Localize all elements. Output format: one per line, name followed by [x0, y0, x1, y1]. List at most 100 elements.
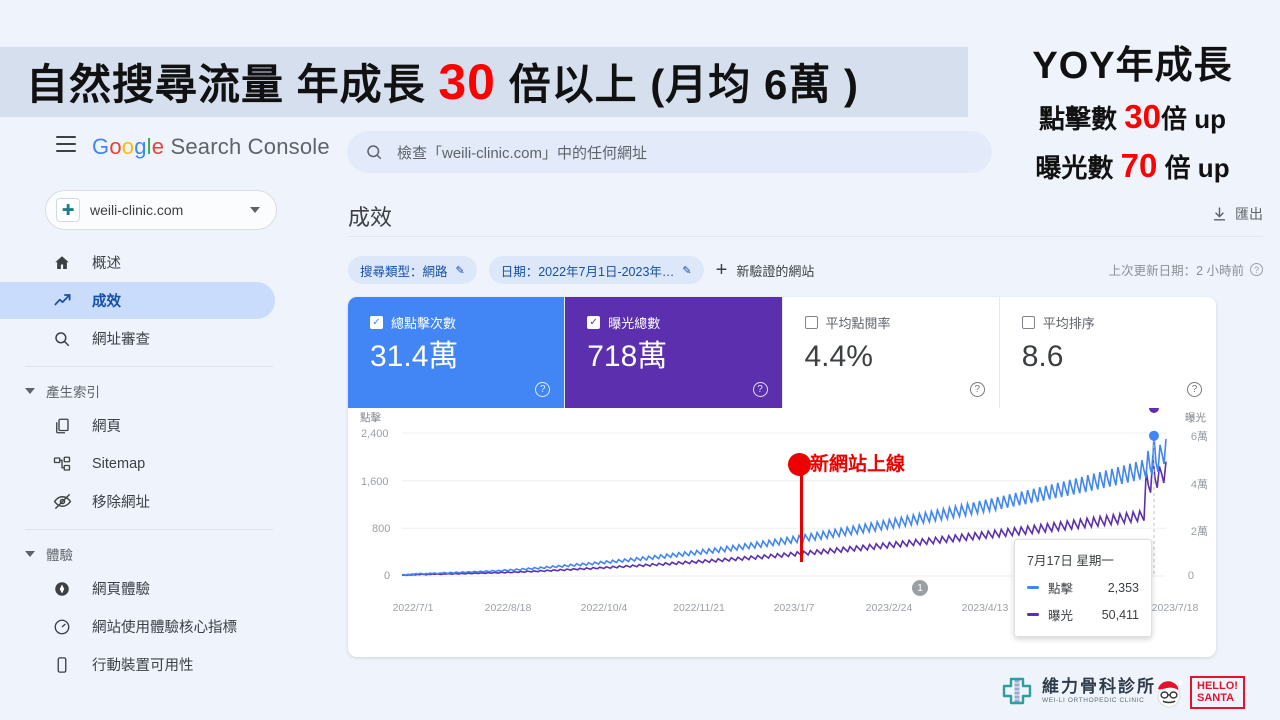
sidebar-group-indexing[interactable]: 產生索引 — [0, 376, 295, 406]
help-icon[interactable]: ? — [1250, 263, 1263, 276]
url-inspection-search-input[interactable]: 檢查「weili-clinic.com」中的任何網址 — [347, 131, 992, 173]
tooltip-metric-value: 50,411 — [1101, 607, 1139, 622]
checkbox-checked-icon[interactable]: ✓ — [587, 316, 601, 329]
sidebar-group-label: 產生索引 — [46, 385, 100, 400]
search-console-app: Google Search Console 檢查「weili-clinic.co… — [0, 118, 1280, 720]
chevron-down-icon — [25, 388, 35, 394]
sidebar-item-label: 網站使用體驗核心指標 — [92, 620, 237, 636]
sidebar: ✚ weili-clinic.com 概述 成效 網址審查 產生索引 網頁 Si… — [0, 184, 295, 720]
pencil-icon: ✎ — [682, 264, 692, 277]
logo-letter-o2: o — [121, 134, 135, 159]
sidebar-group-label: 體驗 — [46, 548, 73, 563]
chip-label: 日期：2022年7月1日-2023年… — [500, 264, 675, 279]
clinic-brand: 維力骨科診所 WEI-LI ORTHOPEDIC CLINIC — [1000, 676, 1156, 706]
new-site-button[interactable]: + 新驗證的網站 — [716, 260, 815, 280]
sidebar-item-remove-urls[interactable]: 移除網址 — [0, 483, 275, 520]
hello-santa-badge: HELLO! SANTA — [1190, 676, 1245, 710]
logo-letter-g: G — [92, 134, 110, 159]
x-tick: 2022/7/1 — [392, 602, 434, 614]
performance-card: ✓ 總點擊次數 31.4萬 ? ✓ 曝光總數 718萬 ? 平均點閱率 4.4%… — [348, 297, 1216, 657]
y-tick-right: 6萬 — [1190, 431, 1208, 443]
pages-icon — [50, 417, 74, 435]
yoy-row-clicks: 點擊數 30倍 up — [985, 96, 1280, 137]
metric-header: ✓ 總點擊次數 — [370, 313, 564, 332]
search-icon — [50, 330, 74, 348]
help-icon[interactable]: ? — [969, 382, 985, 397]
export-button[interactable]: 匯出 — [1211, 204, 1263, 224]
sidebar-item-core-web-vitals[interactable]: 網站使用體驗核心指標 — [0, 608, 275, 645]
checkbox-unchecked-icon[interactable] — [1021, 316, 1035, 329]
download-icon — [1211, 206, 1228, 223]
tooltip-row-impressions: 曝光 50,411 — [1027, 605, 1139, 624]
metric-average-position[interactable]: 平均排序 8.6 ? — [998, 297, 1216, 408]
help-icon[interactable]: ? — [1187, 382, 1202, 397]
logo-letter-o1: o — [109, 134, 122, 159]
headline-text: 自然搜尋流量 年成長 30 倍以上 (月均 6萬 ) — [0, 57, 859, 107]
sidebar-item-pages[interactable]: 網頁 — [0, 407, 275, 444]
metric-value: 718萬 — [587, 340, 668, 373]
sidebar-item-label: 網址審查 — [92, 332, 150, 348]
metric-total-clicks[interactable]: ✓ 總點擊次數 31.4萬 ? — [348, 297, 565, 408]
sidebar-item-performance[interactable]: 成效 — [0, 282, 275, 319]
logo-letter-e: e — [151, 134, 165, 159]
sidebar-nav: 概述 成效 網址審查 產生索引 網頁 Sitemap 移除網址 體驗 網頁體驗 … — [0, 244, 295, 683]
yoy-impressions-label: 曝光數 — [1035, 153, 1121, 184]
property-selector[interactable]: ✚ weili-clinic.com — [45, 190, 277, 230]
yoy-clicks-number: 30 — [1124, 97, 1161, 135]
clinic-name-en: WEI-LI ORTHOPEDIC CLINIC — [1042, 696, 1145, 704]
x-tick: 2023/1/7 — [773, 602, 815, 614]
santa-mascot-group: HELLO! SANTA — [1153, 676, 1245, 710]
sidebar-item-label: 成效 — [92, 294, 121, 310]
metric-header: ✓ 曝光總數 — [587, 313, 781, 332]
sidebar-item-label: 行動裝置可用性 — [92, 658, 194, 674]
sitemap-icon — [50, 455, 74, 473]
metric-name: 平均排序 — [1042, 316, 1095, 331]
sidebar-item-mobile-usability[interactable]: 行動裝置可用性 — [0, 646, 275, 683]
headline-banner: 自然搜尋流量 年成長 30 倍以上 (月均 6萬 ) — [0, 47, 968, 117]
checkbox-checked-icon[interactable]: ✓ — [370, 316, 383, 329]
gauge-icon — [50, 618, 74, 636]
last-updated-label: 上次更新日期：2 小時前 — [1108, 264, 1244, 278]
clicks-legend-swatch — [1027, 586, 1039, 589]
checkbox-unchecked-icon[interactable] — [804, 316, 818, 329]
x-tick: 2023/7/18 — [1151, 602, 1199, 614]
sidebar-item-url-inspection[interactable]: 網址審查 — [0, 320, 275, 357]
yoy-clicks-label: 點擊數 — [1039, 103, 1125, 134]
sidebar-item-sitemap[interactable]: Sitemap — [0, 445, 275, 482]
help-icon[interactable]: ? — [752, 382, 768, 397]
help-icon[interactable]: ? — [535, 382, 551, 397]
export-label: 匯出 — [1235, 206, 1263, 222]
headline-highlight: 30 — [438, 54, 496, 110]
yoy-impressions-number: 70 — [1120, 147, 1158, 185]
metric-header: 平均點閱率 — [804, 313, 999, 332]
sidebar-divider — [25, 529, 273, 530]
filter-bar: 搜尋類型：網路 ✎ 日期：2022年7月1日-2023年… ✎ + 新驗證的網站 — [348, 256, 814, 284]
main-content: 成效 匯出 搜尋類型：網路 ✎ 日期：2022年7月1日-2023年… ✎ + … — [295, 184, 1280, 720]
header-divider — [348, 236, 1263, 237]
tooltip-date: 7月17日 星期一 — [1027, 554, 1114, 568]
annotation-badge[interactable]: 1 — [912, 580, 928, 596]
chart-tooltip: 7月17日 星期一 點擊 2,353 曝光 50,411 — [1014, 539, 1152, 637]
sidebar-item-overview[interactable]: 概述 — [0, 244, 275, 281]
new-site-label: 新驗證的網站 — [736, 263, 815, 279]
logo-suffix: Search Console — [164, 134, 330, 159]
menu-icon[interactable] — [56, 136, 76, 157]
filter-chip-date[interactable]: 日期：2022年7月1日-2023年… ✎ — [488, 256, 704, 284]
sidebar-group-experience[interactable]: 體驗 — [0, 539, 295, 569]
x-tick: 2023/4/13 — [961, 602, 1009, 614]
metric-total-impressions[interactable]: ✓ 曝光總數 718萬 ? — [564, 297, 782, 408]
metric-name: 曝光總數 — [608, 316, 661, 331]
y-tick-left: 1,600 — [361, 476, 389, 488]
x-tick: 2022/10/4 — [580, 602, 628, 614]
filter-chip-search-type[interactable]: 搜尋類型：網路 ✎ — [348, 256, 477, 284]
sidebar-item-page-experience[interactable]: 網頁體驗 — [0, 570, 275, 607]
y-tick-left: 0 — [384, 570, 391, 582]
yoy-row-impressions: 曝光數 70 倍 up — [985, 145, 1280, 186]
mobile-icon — [50, 656, 74, 674]
tooltip-row-clicks: 點擊 2,353 — [1027, 578, 1139, 597]
yoy-title: YOY年成長 — [1032, 45, 1233, 87]
santa-face-icon — [1153, 677, 1185, 709]
metric-average-ctr[interactable]: 平均點閱率 4.4% ? — [781, 297, 999, 408]
tooltip-metric-value: 2,353 — [1107, 580, 1139, 595]
x-tick: 2022/8/18 — [484, 602, 532, 614]
